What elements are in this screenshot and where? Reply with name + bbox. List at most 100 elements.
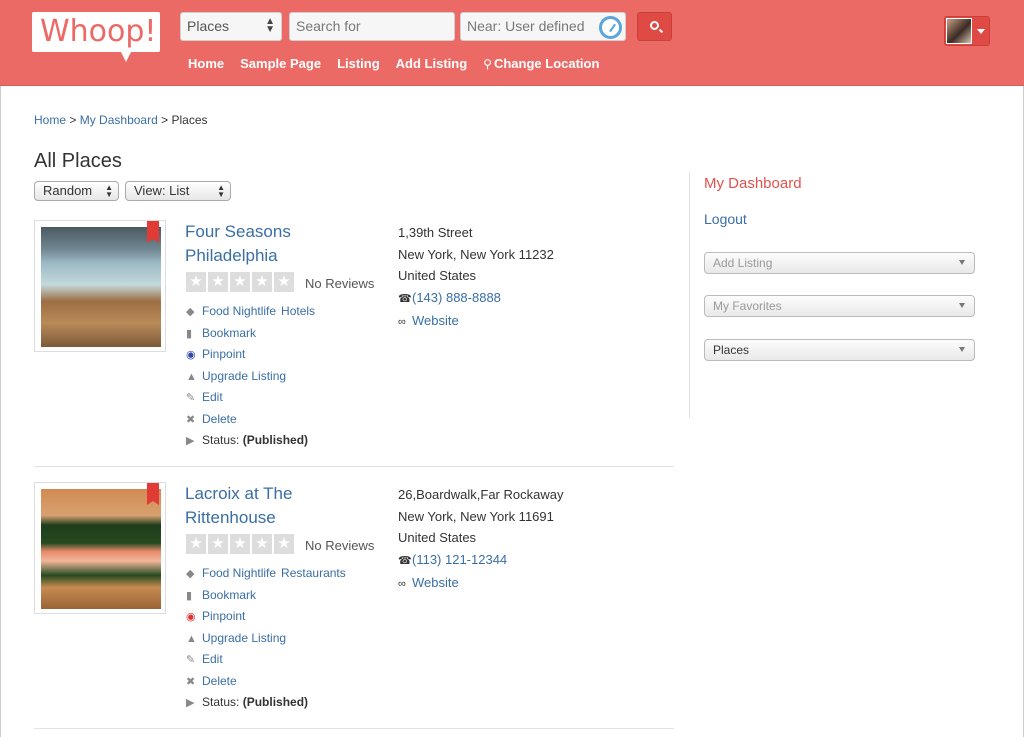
- status-badge: (Published): [242, 433, 309, 447]
- listing-divider: [34, 466, 674, 467]
- upgrade-icon: ▲: [186, 370, 197, 383]
- status-line: ▶ Status: (Published): [186, 695, 351, 717]
- chevron-down-icon: [977, 29, 985, 34]
- address-line: New York, New York 11232: [398, 246, 554, 262]
- delete-icon: ✖: [186, 675, 196, 688]
- search-placeholder: Search for: [296, 18, 361, 34]
- nav-listing[interactable]: Listing: [337, 56, 380, 71]
- upgrade-icon: ▲: [186, 632, 197, 645]
- website-label: Website: [412, 313, 459, 328]
- bookmark-link[interactable]: ▮ Bookmark: [186, 588, 351, 610]
- address-line: 26,Boardwalk,Far Rockaway: [398, 487, 564, 502]
- pinpoint-icon: ◉: [186, 611, 196, 623]
- user-menu-button[interactable]: [944, 16, 990, 46]
- select-arrows-icon: ▲ ▼: [265, 16, 275, 35]
- tag-link[interactable]: Restaurants: [281, 566, 346, 580]
- category-select[interactable]: Places ▲ ▼: [180, 12, 282, 41]
- pinpoint-label: Pinpoint: [202, 347, 246, 361]
- delete-link[interactable]: ✖ Delete: [186, 412, 320, 434]
- breadcrumb-home[interactable]: Home: [34, 113, 66, 127]
- phone-link[interactable]: ☎(113) 121-12344: [398, 549, 563, 573]
- bookmark-icon: ▮: [186, 589, 193, 602]
- tag-link[interactable]: Food Nightlife: [202, 304, 276, 318]
- listing-thumbnail[interactable]: [34, 482, 166, 614]
- website-link[interactable]: ∞ Website: [398, 310, 554, 334]
- sort-select-value: Random: [43, 183, 93, 198]
- website-label: Website: [412, 575, 459, 590]
- select-arrows-icon: ▲ ▼: [217, 183, 225, 199]
- search-button[interactable]: [637, 12, 672, 41]
- delete-icon: ✖: [186, 413, 196, 426]
- upgrade-listing-link[interactable]: ▲ Upgrade Listing: [186, 631, 351, 653]
- pinpoint-label: Pinpoint: [202, 609, 246, 623]
- link-icon: ∞: [398, 578, 406, 590]
- star-icon: ★: [208, 534, 228, 554]
- edit-icon: ✎: [186, 654, 196, 666]
- play-icon: ▶: [186, 697, 195, 709]
- add-listing-select[interactable]: Add Listing: [704, 252, 975, 274]
- places-select[interactable]: Places: [704, 339, 975, 361]
- view-select[interactable]: View: List ▲ ▼: [125, 181, 231, 201]
- search-input[interactable]: Search for: [289, 12, 455, 41]
- listing-tags: ◆ Food Nightlife Restaurants: [186, 566, 351, 588]
- website-link[interactable]: ∞ Website: [398, 572, 563, 596]
- nav-add-listing[interactable]: Add Listing: [396, 56, 468, 71]
- my-favorites-select[interactable]: My Favorites: [704, 295, 975, 317]
- featured-ribbon-icon: [147, 221, 159, 243]
- logo-speech-tail: [120, 50, 132, 62]
- page-content: Home > My Dashboard > Places All Places …: [0, 86, 1024, 737]
- status-label: Status:: [202, 695, 240, 709]
- site-logo[interactable]: Whoop!: [32, 12, 160, 62]
- star-icon: ★: [186, 534, 206, 554]
- listing-thumbnail[interactable]: [34, 220, 166, 352]
- tag-link[interactable]: Food Nightlife: [202, 566, 276, 580]
- breadcrumb-dashboard[interactable]: My Dashboard: [80, 113, 158, 127]
- chevron-down-icon: [959, 260, 965, 265]
- pinpoint-link[interactable]: ◉ Pinpoint: [186, 347, 320, 369]
- sort-select[interactable]: Random ▲ ▼: [34, 181, 119, 201]
- sidebar-title: My Dashboard: [704, 175, 802, 192]
- page-title: All Places: [34, 150, 122, 172]
- near-location-input[interactable]: Near: User defined: [460, 12, 626, 41]
- upgrade-listing-link[interactable]: ▲ Upgrade Listing: [186, 369, 320, 391]
- search-icon: [650, 21, 659, 30]
- my-favorites-select-value: My Favorites: [713, 299, 782, 313]
- delete-label: Delete: [202, 673, 237, 688]
- nav-sample-page[interactable]: Sample Page: [240, 56, 321, 71]
- nav-home[interactable]: Home: [188, 56, 224, 71]
- bookmark-link[interactable]: ▮ Bookmark: [186, 326, 320, 348]
- star-icon: ★: [252, 272, 272, 292]
- pinpoint-link[interactable]: ◉ Pinpoint: [186, 609, 351, 631]
- near-placeholder: Near: User defined: [467, 18, 585, 34]
- listing-divider: [34, 728, 674, 729]
- bookmark-label: Bookmark: [202, 325, 257, 340]
- status-line: ▶ Status: (Published): [186, 433, 320, 455]
- delete-link[interactable]: ✖ Delete: [186, 674, 351, 696]
- breadcrumb-current: Places: [171, 113, 208, 127]
- sidebar-divider: [689, 172, 690, 418]
- nav-change-location-label: Change Location: [493, 56, 600, 71]
- star-icon: ★: [252, 534, 272, 554]
- category-select-value: Places: [187, 18, 230, 34]
- edit-icon: ✎: [186, 392, 196, 404]
- listing-title[interactable]: Four Seasons Philadelphia: [185, 220, 365, 268]
- listing-photo: [41, 489, 161, 609]
- phone-link[interactable]: ☎(143) 888-8888: [398, 287, 554, 311]
- nav-change-location[interactable]: ⚲ Change Location: [483, 56, 599, 71]
- locate-compass-icon[interactable]: [599, 16, 622, 39]
- status-badge: (Published): [242, 695, 309, 709]
- status-label: Status:: [202, 433, 240, 447]
- logout-link[interactable]: Logout: [704, 211, 747, 227]
- star-icon: ★: [274, 534, 294, 554]
- bookmark-icon: ▮: [186, 327, 193, 340]
- edit-link[interactable]: ✎ Edit: [186, 390, 320, 412]
- edit-link[interactable]: ✎ Edit: [186, 652, 351, 674]
- address-line: United States: [398, 268, 477, 283]
- play-icon: ▶: [186, 435, 195, 447]
- listing-title[interactable]: Lacroix at The Rittenhouse: [185, 482, 365, 530]
- bookmark-label: Bookmark: [202, 587, 257, 602]
- listing-actions: ◆ Food Nightlife Hotels ▮ Bookmark ◉ Pinpoin…: [186, 304, 320, 455]
- phone-icon: ☎: [398, 292, 412, 305]
- tag-link[interactable]: Hotels: [281, 304, 315, 318]
- listing-photo: [41, 227, 161, 347]
